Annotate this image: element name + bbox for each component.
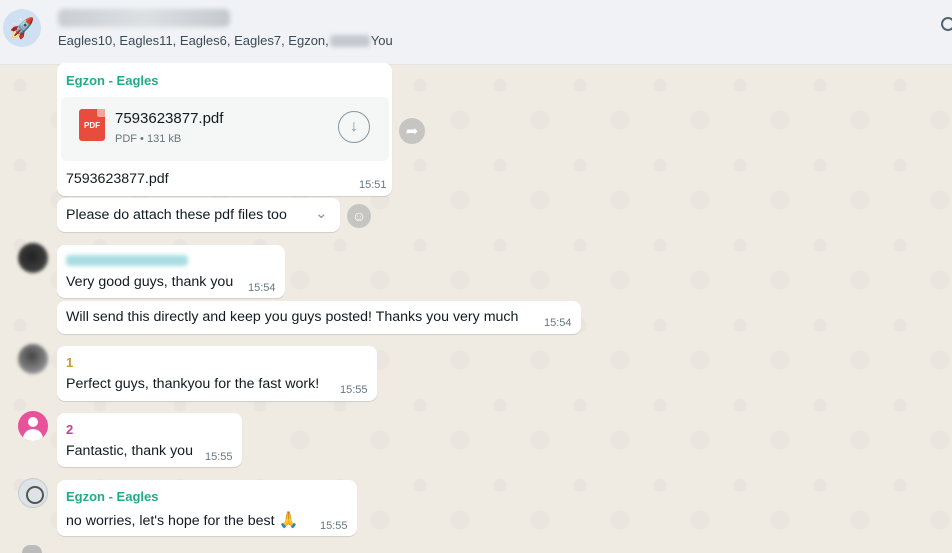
- search-icon[interactable]: [941, 17, 952, 31]
- message-time: 15:51: [359, 179, 387, 191]
- next-avatar-partial: [22, 545, 42, 553]
- document-name: 7593623877.pdf: [115, 110, 224, 127]
- message-bubble[interactable]: Egzon - Eagles no worries, let's hope fo…: [57, 480, 357, 536]
- message-text: Please do attach these pdf files too: [66, 207, 287, 223]
- chat-header[interactable]: 🚀 Eagles10, Eagles11, Eagles6, Eagles7, …: [0, 0, 952, 65]
- message-text: no worries, let's hope for the best 🙏: [66, 510, 298, 530]
- forward-icon: ➦: [405, 123, 419, 140]
- chevron-glyph: ⌄: [315, 205, 328, 222]
- message-caption: 7593623877.pdf: [66, 171, 169, 187]
- pdf-file-icon: PDF: [79, 109, 105, 141]
- message-bubble[interactable]: 2 Fantastic, thank you 15:55: [57, 413, 242, 467]
- download-icon: ↓: [350, 118, 358, 135]
- sender-name[interactable]: 1: [66, 355, 73, 370]
- message-bubble-document[interactable]: Egzon - Eagles PDF 7593623877.pdf PDF • …: [57, 63, 392, 196]
- sender-name[interactable]: Egzon - Eagles: [66, 489, 158, 504]
- avatar[interactable]: [18, 344, 48, 374]
- smiley-icon: ☺: [351, 208, 367, 224]
- message-list[interactable]: Egzon - Eagles PDF 7593623877.pdf PDF • …: [0, 63, 952, 553]
- folded-hands-icon: 🙏: [278, 512, 299, 529]
- download-button[interactable]: ↓: [338, 111, 370, 143]
- message-time: 15:55: [340, 384, 368, 396]
- person-icon: [28, 417, 38, 427]
- blurred-participant: [329, 34, 370, 47]
- forward-button[interactable]: ➦: [399, 118, 425, 144]
- message-bubble[interactable]: Please do attach these pdf files too ⌄: [57, 198, 340, 232]
- sender-name[interactable]: Egzon - Eagles: [66, 73, 158, 88]
- message-time: 15:54: [248, 282, 276, 294]
- participants-prefix: Eagles10, Eagles11, Eagles6, Eagles7, Eg…: [58, 33, 329, 48]
- sender-name[interactable]: 2: [66, 422, 73, 437]
- message-time: 15:55: [205, 451, 233, 463]
- rocket-icon: 🚀: [9, 17, 35, 40]
- message-text: Very good guys, thank you: [66, 274, 234, 290]
- group-name-blurred[interactable]: [58, 9, 230, 27]
- person-body-icon: [23, 429, 43, 441]
- chevron-down-icon[interactable]: ⌄: [315, 204, 328, 222]
- message-time: 15:55: [320, 520, 348, 532]
- message-text: Perfect guys, thankyou for the fast work…: [66, 376, 320, 392]
- document-meta: PDF • 131 kB: [115, 133, 182, 145]
- sender-name-blurred[interactable]: [66, 255, 188, 266]
- react-emoji-button[interactable]: ☺: [347, 204, 371, 228]
- message-bubble[interactable]: Will send this directly and keep you guy…: [57, 301, 581, 334]
- document-card[interactable]: PDF 7593623877.pdf PDF • 131 kB ↓: [61, 97, 389, 161]
- group-avatar[interactable]: 🚀: [3, 9, 41, 47]
- message-text-body: no worries, let's hope for the best: [66, 513, 275, 529]
- message-text: Fantastic, thank you: [66, 443, 193, 459]
- avatar[interactable]: [18, 478, 48, 508]
- default-avatar[interactable]: [18, 411, 48, 441]
- participants-list: Eagles10, Eagles11, Eagles6, Eagles7, Eg…: [58, 33, 393, 48]
- pdf-type-label: PDF: [84, 120, 100, 130]
- message-time: 15:54: [544, 317, 572, 329]
- message-bubble[interactable]: Very good guys, thank you 15:54: [57, 245, 285, 298]
- message-bubble[interactable]: 1 Perfect guys, thankyou for the fast wo…: [57, 346, 377, 401]
- message-text: Will send this directly and keep you guy…: [66, 309, 519, 325]
- eagle-logo-icon: [26, 486, 44, 504]
- avatar[interactable]: [18, 243, 48, 273]
- participants-suffix: You: [370, 33, 393, 48]
